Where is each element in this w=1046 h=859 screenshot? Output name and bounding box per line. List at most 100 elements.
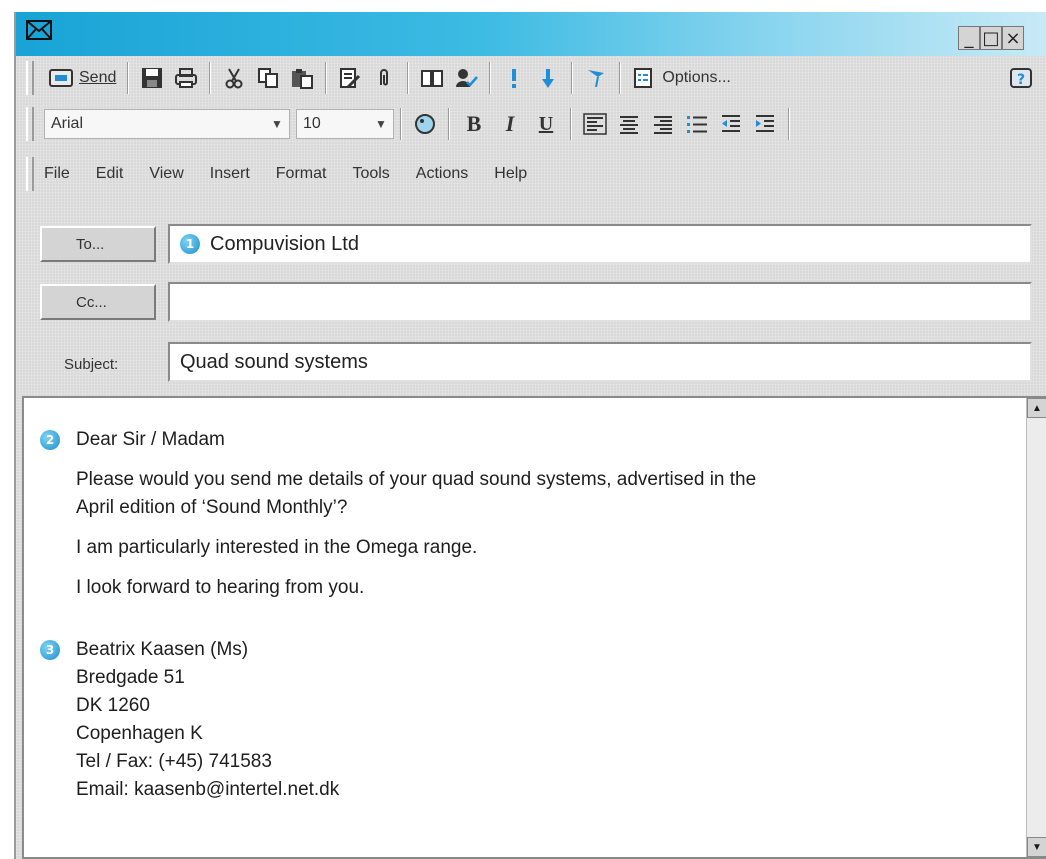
toolbar-separator bbox=[448, 108, 450, 140]
align-right-button[interactable] bbox=[646, 109, 680, 139]
scroll-up-icon[interactable]: ▲ bbox=[1027, 398, 1046, 418]
vertical-scrollbar[interactable]: ▲ ▼ bbox=[1026, 398, 1046, 857]
greeting-row: 2 Dear Sir / Madam bbox=[40, 426, 756, 454]
send-icon bbox=[49, 69, 73, 87]
menu-file[interactable]: File bbox=[44, 165, 70, 183]
paragraph-2: I am particularly interested in the Omeg… bbox=[76, 537, 478, 558]
copy-icon bbox=[258, 68, 279, 88]
to-button[interactable]: To... bbox=[40, 226, 156, 262]
options-icon bbox=[634, 68, 653, 88]
signature-line-5: Tel / Fax: (+45) 741583 bbox=[76, 751, 272, 772]
close-button[interactable]: × bbox=[1002, 26, 1024, 50]
toolbar-separator bbox=[619, 62, 622, 94]
menu-tools[interactable]: Tools bbox=[352, 165, 389, 183]
address-book-icon bbox=[421, 70, 444, 87]
low-importance-button[interactable] bbox=[531, 63, 565, 93]
signature-line-3: DK 1260 bbox=[76, 695, 150, 716]
italic-button[interactable]: I bbox=[492, 109, 528, 139]
color-palette-icon bbox=[415, 114, 435, 134]
menu-insert[interactable]: Insert bbox=[210, 165, 250, 183]
address-book-button[interactable] bbox=[415, 63, 449, 93]
menu-view[interactable]: View bbox=[149, 165, 183, 183]
decrease-indent-button[interactable] bbox=[714, 109, 748, 139]
align-center-button[interactable] bbox=[612, 109, 646, 139]
toolbar-separator bbox=[127, 62, 130, 94]
scroll-down-icon[interactable]: ▼ bbox=[1027, 837, 1046, 857]
save-icon bbox=[142, 68, 163, 88]
decrease-indent-icon bbox=[722, 115, 740, 132]
title-bar: _ □ × bbox=[16, 12, 1046, 56]
paste-button[interactable] bbox=[285, 63, 319, 93]
paragraph-1: Please would you send me details of your… bbox=[40, 466, 756, 522]
toolbar-grip[interactable] bbox=[26, 61, 34, 95]
menu-actions[interactable]: Actions bbox=[416, 165, 468, 183]
down-arrow-icon bbox=[542, 69, 555, 88]
menu-format[interactable]: Format bbox=[276, 165, 327, 183]
svg-text:?: ? bbox=[1017, 72, 1025, 88]
check-recipient-button[interactable] bbox=[449, 63, 483, 93]
send-label: Send bbox=[79, 69, 117, 86]
toolbar-separator bbox=[489, 62, 492, 94]
send-button[interactable]: Send bbox=[44, 63, 121, 93]
font-size-value: 10 bbox=[303, 115, 321, 132]
signature-line-4: Copenhagen K bbox=[76, 723, 203, 744]
cut-button[interactable] bbox=[217, 63, 251, 93]
font-name-select[interactable]: Arial ▼ bbox=[44, 109, 290, 139]
scissors-icon bbox=[225, 68, 243, 89]
maximize-button[interactable]: □ bbox=[980, 26, 1002, 50]
person-check-icon bbox=[456, 69, 479, 87]
toolbar-separator bbox=[400, 108, 402, 140]
font-size-select[interactable]: 10 ▼ bbox=[296, 109, 394, 139]
message-body[interactable]: 2 Dear Sir / Madam Please would you send… bbox=[22, 396, 1046, 859]
paragraph-1-line-1: Please would you send me details of your… bbox=[76, 469, 757, 490]
to-value: Compuvision Ltd bbox=[210, 232, 359, 255]
minimize-button[interactable]: _ bbox=[958, 26, 980, 50]
menu-help[interactable]: Help bbox=[494, 165, 527, 183]
subject-value: Quad sound systems bbox=[180, 350, 368, 373]
align-right-icon bbox=[654, 116, 672, 134]
standard-toolbar: Send Options... ? bbox=[26, 58, 1038, 98]
help-icon: ? bbox=[1010, 68, 1032, 88]
menu-edit[interactable]: Edit bbox=[96, 165, 124, 183]
menu-bar: File Edit View Insert Format Tools Actio… bbox=[26, 154, 1038, 194]
formatting-toolbar: Arial ▼ 10 ▼ B I U bbox=[26, 104, 1038, 144]
increase-indent-icon bbox=[756, 115, 774, 132]
align-left-icon bbox=[583, 113, 607, 135]
flag-button[interactable] bbox=[579, 63, 613, 93]
increase-indent-button[interactable] bbox=[748, 109, 782, 139]
font-color-button[interactable] bbox=[408, 109, 442, 139]
dropdown-arrow-icon[interactable]: ▼ bbox=[369, 110, 393, 138]
toolbar-grip[interactable] bbox=[26, 157, 34, 191]
bold-button[interactable]: B bbox=[456, 109, 492, 139]
high-importance-button[interactable] bbox=[497, 63, 531, 93]
options-label: Options... bbox=[662, 69, 731, 86]
signature-line-2: Bredgade 51 bbox=[76, 667, 185, 688]
envelope-icon bbox=[26, 20, 52, 40]
save-button[interactable] bbox=[135, 63, 169, 93]
check-names-button[interactable] bbox=[333, 63, 367, 93]
signature-row: 3 Beatrix Kaasen (Ms) bbox=[40, 636, 756, 664]
dropdown-arrow-icon[interactable]: ▼ bbox=[265, 110, 289, 138]
toolbar-grip[interactable] bbox=[26, 107, 34, 141]
paperclip-icon bbox=[380, 69, 389, 86]
cc-field[interactable] bbox=[168, 282, 1032, 322]
options-button[interactable]: Options... bbox=[627, 63, 735, 93]
cc-button[interactable]: Cc... bbox=[40, 284, 156, 320]
toolbar-separator bbox=[325, 62, 328, 94]
underline-button[interactable]: U bbox=[528, 109, 564, 139]
message-text: 2 Dear Sir / Madam Please would you send… bbox=[40, 426, 756, 804]
help-button[interactable]: ? bbox=[1004, 63, 1038, 93]
attach-button[interactable] bbox=[367, 63, 401, 93]
callout-badge-1: 1 bbox=[180, 234, 200, 254]
copy-button[interactable] bbox=[251, 63, 285, 93]
paragraph-1-line-2: April edition of ‘Sound Monthly’? bbox=[76, 497, 348, 518]
bullet-list-icon bbox=[687, 116, 707, 133]
align-left-button[interactable] bbox=[578, 109, 612, 139]
to-field[interactable]: 1 Compuvision Ltd bbox=[168, 224, 1032, 264]
bullets-button[interactable] bbox=[680, 109, 714, 139]
flag-icon bbox=[588, 70, 605, 88]
subject-field[interactable]: Quad sound systems bbox=[168, 342, 1032, 382]
check-names-icon bbox=[340, 68, 361, 89]
print-button[interactable] bbox=[169, 63, 203, 93]
callout-badge-2: 2 bbox=[40, 430, 60, 450]
